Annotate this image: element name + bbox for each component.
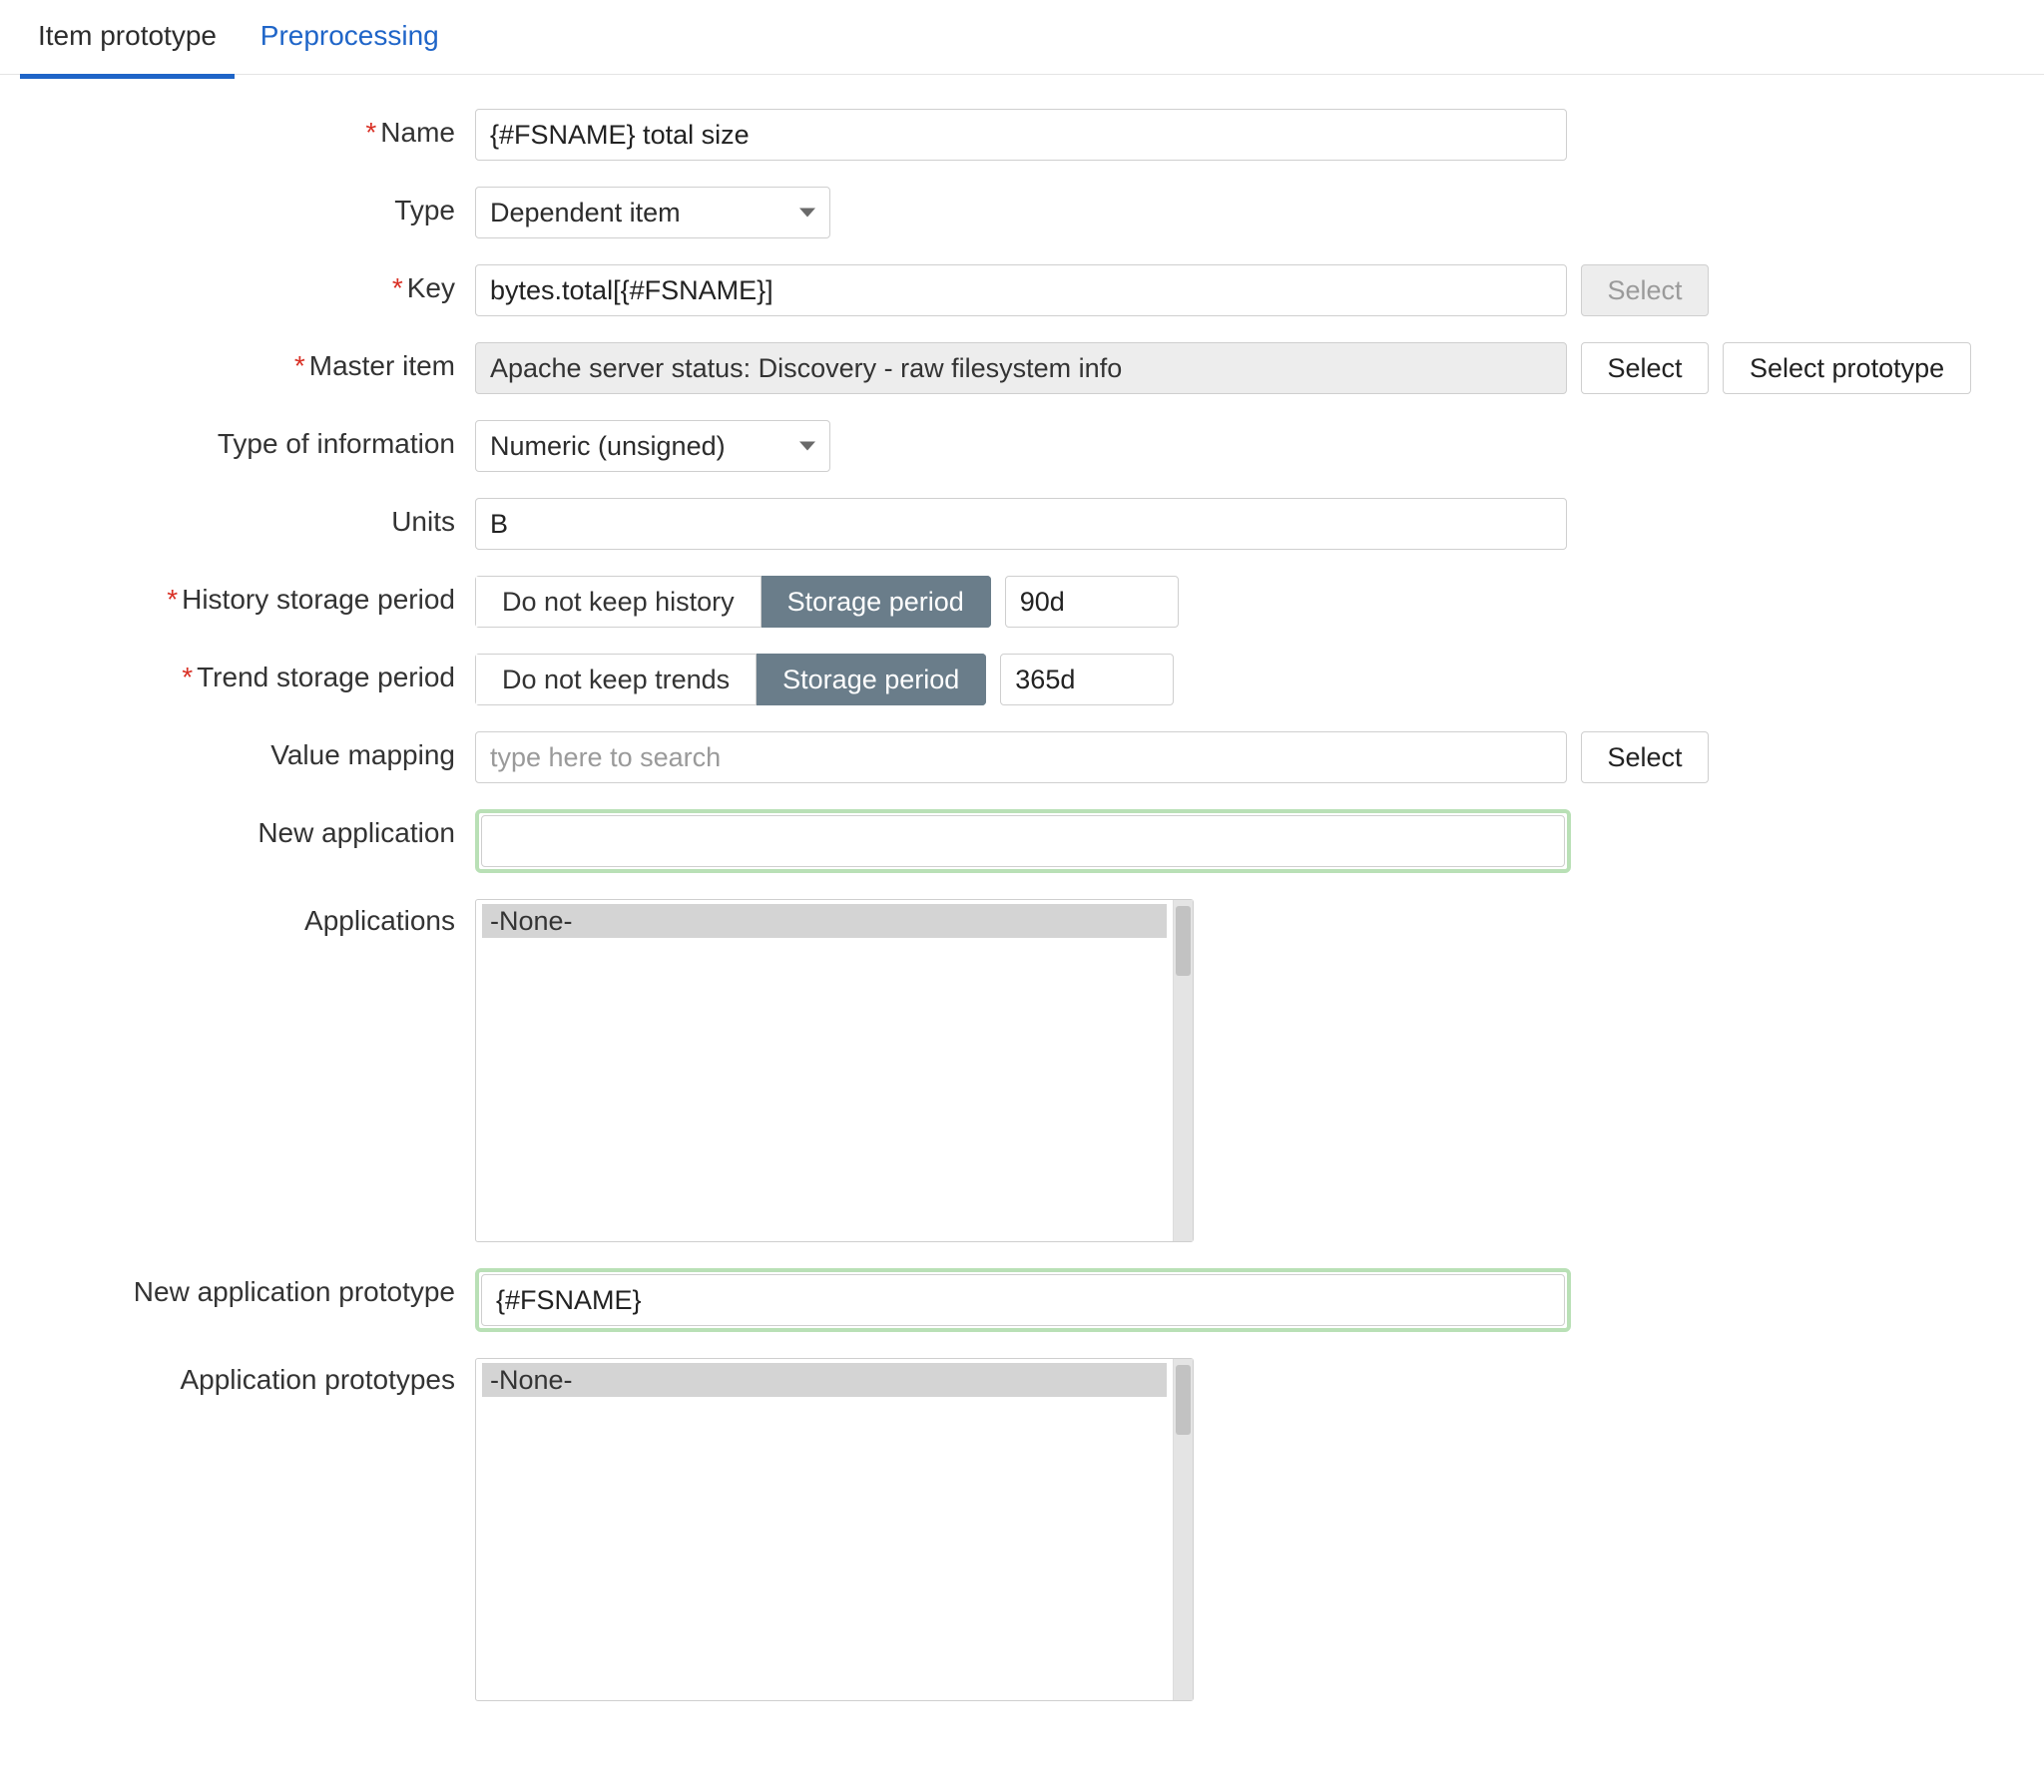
application-prototypes-items: -None- bbox=[476, 1359, 1173, 1700]
history-segment: Do not keep history Storage period bbox=[475, 576, 991, 628]
history-storage-period-button[interactable]: Storage period bbox=[762, 576, 991, 628]
required-marker: * bbox=[392, 272, 407, 303]
label-application-prototypes: Application prototypes bbox=[0, 1358, 475, 1396]
required-marker: * bbox=[294, 350, 309, 381]
units-input[interactable] bbox=[475, 498, 1567, 550]
applications-items: -None- bbox=[476, 900, 1173, 1241]
key-select-button: Select bbox=[1581, 264, 1709, 316]
required-marker: * bbox=[365, 117, 380, 148]
applications-listbox[interactable]: -None- bbox=[475, 899, 1194, 1242]
master-item-select-prototype-button[interactable]: Select prototype bbox=[1723, 342, 1971, 394]
new-application-input[interactable] bbox=[481, 815, 1565, 867]
chevron-down-icon bbox=[799, 442, 815, 451]
label-name: *Name bbox=[0, 109, 475, 149]
history-value-input[interactable] bbox=[1005, 576, 1179, 628]
trend-do-not-keep-button[interactable]: Do not keep trends bbox=[475, 654, 757, 705]
scrollbar-thumb[interactable] bbox=[1176, 906, 1191, 976]
applications-scrollbar[interactable] bbox=[1173, 900, 1193, 1241]
tab-preprocessing[interactable]: Preprocessing bbox=[243, 0, 457, 74]
new-application-prototype-input[interactable] bbox=[481, 1274, 1565, 1326]
type-of-information-value: Numeric (unsigned) bbox=[490, 431, 726, 462]
tab-item-prototype[interactable]: Item prototype bbox=[20, 0, 235, 79]
chevron-down-icon bbox=[799, 209, 815, 218]
application-prototypes-listbox[interactable]: -None- bbox=[475, 1358, 1194, 1701]
value-mapping-input[interactable] bbox=[475, 731, 1567, 783]
new-application-highlight bbox=[475, 809, 1571, 873]
master-item-select-button[interactable]: Select bbox=[1581, 342, 1709, 394]
application-prototypes-scrollbar[interactable] bbox=[1173, 1359, 1193, 1700]
type-select-value: Dependent item bbox=[490, 198, 681, 228]
label-type: Type bbox=[0, 187, 475, 226]
name-input[interactable] bbox=[475, 109, 1567, 161]
applications-item-none[interactable]: -None- bbox=[482, 904, 1167, 938]
tabs: Item prototype Preprocessing bbox=[0, 0, 2044, 75]
required-marker: * bbox=[167, 584, 182, 615]
trend-segment: Do not keep trends Storage period bbox=[475, 654, 986, 705]
required-marker: * bbox=[182, 662, 197, 692]
trend-storage-period-button[interactable]: Storage period bbox=[757, 654, 986, 705]
scrollbar-thumb[interactable] bbox=[1176, 1365, 1191, 1435]
label-units: Units bbox=[0, 498, 475, 538]
type-select[interactable]: Dependent item bbox=[475, 187, 830, 238]
label-new-application-prototype: New application prototype bbox=[0, 1268, 475, 1308]
label-key: *Key bbox=[0, 264, 475, 304]
application-prototypes-item-none[interactable]: -None- bbox=[482, 1363, 1167, 1397]
label-applications: Applications bbox=[0, 899, 475, 937]
value-mapping-select-button[interactable]: Select bbox=[1581, 731, 1709, 783]
form: *Name Type Dependent item *Key bbox=[0, 75, 2044, 1701]
type-of-information-select[interactable]: Numeric (unsigned) bbox=[475, 420, 830, 472]
key-input[interactable] bbox=[475, 264, 1567, 316]
label-new-application: New application bbox=[0, 809, 475, 849]
label-value-mapping: Value mapping bbox=[0, 731, 475, 771]
label-master-item: *Master item bbox=[0, 342, 475, 382]
label-trend-storage-period: *Trend storage period bbox=[0, 654, 475, 693]
label-type-of-information: Type of information bbox=[0, 420, 475, 460]
label-history-storage-period: *History storage period bbox=[0, 576, 475, 616]
new-application-prototype-highlight bbox=[475, 1268, 1571, 1332]
master-item-display: Apache server status: Discovery - raw fi… bbox=[475, 342, 1567, 394]
trend-value-input[interactable] bbox=[1000, 654, 1174, 705]
history-do-not-keep-button[interactable]: Do not keep history bbox=[475, 576, 762, 628]
